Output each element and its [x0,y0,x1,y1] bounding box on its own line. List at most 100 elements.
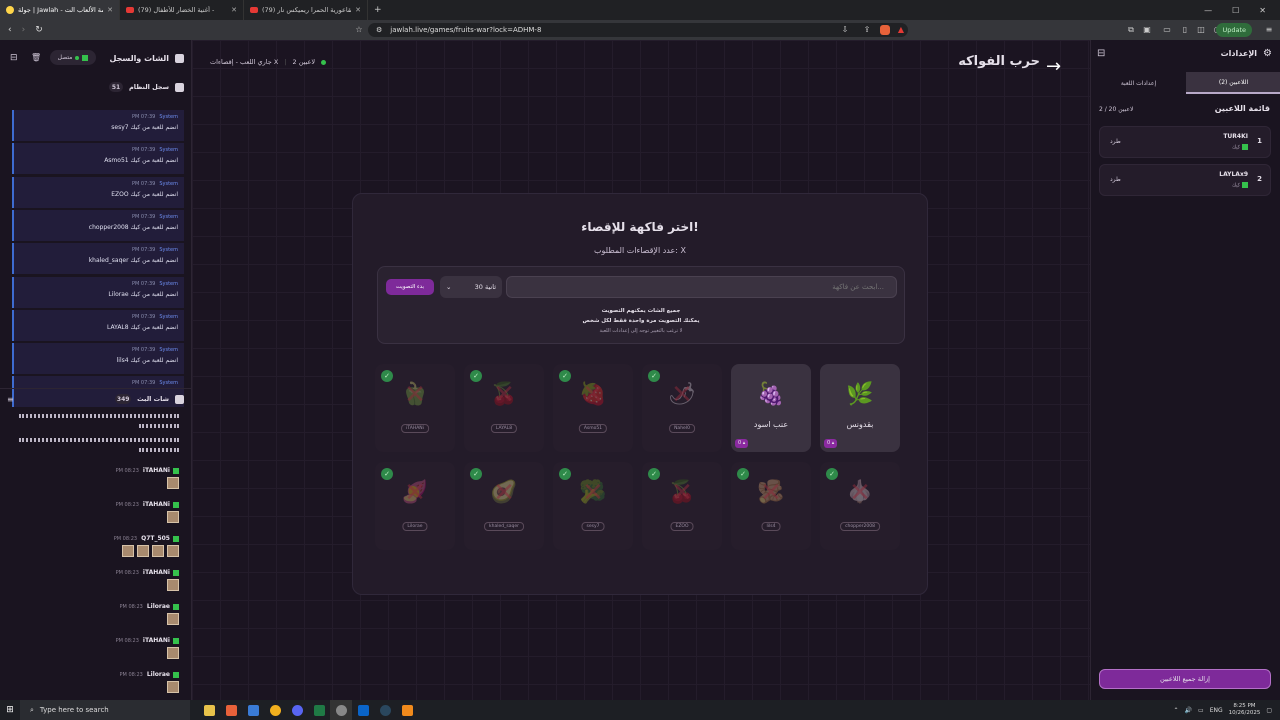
site-info-icon[interactable]: ⚙ [376,26,382,34]
eliminated-fruit-card: 🍒 ✕ ✓ EZOO [642,462,722,550]
volume-icon[interactable]: 🔊 [1185,707,1192,714]
start-vote-button[interactable]: بدء التصويت [386,279,434,295]
brave-browser-icon[interactable] [220,700,242,720]
check-icon: ✓ [381,468,393,480]
player-number: 1 [1257,137,1262,145]
close-window-icon[interactable]: ✕ [1259,6,1266,15]
maximize-icon[interactable]: ☐ [1232,6,1239,15]
url-field[interactable]: ⚙ jawlah.live/games/fruits-war?lock=ADHM… [368,23,908,37]
brave-rewards-icon[interactable]: ▲ [896,25,906,35]
close-tab-icon[interactable]: ✕ [231,6,237,14]
live-dot [321,59,327,65]
collapse-panel-icon[interactable]: ⊟ [1097,48,1105,59]
file-explorer-icon[interactable] [198,700,220,720]
chat-message: PM 08:23 Lilorae [120,671,179,695]
live-chat-header[interactable]: 349 شات البث [0,390,192,408]
browser-tab-bar: جولة | Jawlah - منصة الألعاب الت... ✕ (7… [0,0,1280,20]
minimize-icon[interactable]: — [1204,6,1212,15]
eliminated-fruit-card: 🌶 ✕ ✓ Nahel0 [642,364,722,452]
check-icon: ✓ [559,370,571,382]
back-icon[interactable]: ‹ [8,25,12,35]
extensions-icon[interactable]: ⧉ [1126,25,1136,35]
language-indicator[interactable]: ENG [1210,707,1223,714]
gear-icon: ⚙ [1263,48,1272,59]
windows-start-icon[interactable]: ⊞ [0,700,20,720]
online-dot [75,55,80,60]
system-log-item: PM 07:39 System lils4 انضم للعبة من كيك [12,343,184,375]
obs-icon[interactable] [330,700,352,720]
chat-message: PM 08:23 Lilorae [120,603,179,627]
browser-tab-jawlah[interactable]: جولة | Jawlah - منصة الألعاب الت... ✕ [0,0,120,20]
trash-icon[interactable]: 🗑 [31,53,41,62]
fruit-card[interactable]: 🍇 عنب اسود 0 ▴ [731,364,811,452]
divider: | [284,58,287,66]
elimination-card: اختر فاكهة للإقصاء! عدد الإقصاءات المطلو… [352,193,928,595]
chat-log-panel: الشات والسجل ⊟ 🗑 متصل 51 سجل النظام PM 0… [0,40,192,700]
update-button[interactable]: Update [1216,23,1252,37]
steam-icon[interactable] [374,700,396,720]
app-icon[interactable] [264,700,286,720]
emote-image [137,545,149,557]
check-icon: ✓ [648,370,660,382]
excel-icon[interactable] [308,700,330,720]
filter-icon[interactable]: ≡ [7,395,14,404]
taskbar-search[interactable]: ⌕ Type here to search [20,700,190,720]
bookmark-icon[interactable]: ☆ [354,25,364,35]
vlc-icon[interactable] [396,700,418,720]
notification-icon[interactable]: ▢ [1266,707,1272,714]
clock[interactable]: 8:25 PM 10/26/2025 [1229,703,1261,717]
outlook-icon[interactable] [352,700,374,720]
fruit-image: 🍇 [757,382,785,407]
wallet-icon[interactable]: ▭ [1162,25,1172,35]
close-tab-icon[interactable]: ✕ [355,6,361,14]
address-bar: ‹ › ↻ ☆ ⚙ jawlah.live/games/fruits-war?l… [0,20,1280,40]
fruit-owner: LAYAL8 [490,424,518,433]
tab-game-settings[interactable]: إعدادات اللعبة [1091,72,1186,94]
browser-tab-youtube-2[interactable]: (79) انا القاعورية الحمرا ريميكس نار ✕ [244,0,368,20]
kick-player-button[interactable]: طرد [1110,138,1121,145]
reload-icon[interactable]: ↻ [35,25,43,35]
player-platform: كيك [1232,182,1248,189]
fruit-owner: Lilorae [402,522,428,531]
vpn-icon[interactable]: ◫ [1196,25,1206,35]
discord-icon[interactable] [286,700,308,720]
brave-shield-icon[interactable] [880,25,890,35]
screenshot-icon[interactable]: ▣ [1142,25,1152,35]
tab-players[interactable]: اللاعبين (2) [1186,72,1280,94]
kick-icon [173,671,179,678]
download-icon[interactable]: ⇩ [840,25,850,35]
store-icon[interactable] [242,700,264,720]
player-number: 2 [1257,175,1262,183]
system-log-item: PM 07:39 System sesy7 انضم للعبة من كيك [12,110,184,141]
check-icon: ✓ [737,468,749,480]
system-log-header[interactable]: 51 سجل النظام [0,78,192,96]
network-icon[interactable]: ▭ [1198,707,1204,714]
chat-spam-line [139,424,179,428]
collapse-panel-icon[interactable]: ⊟ [10,53,18,63]
chevron-up-icon[interactable]: ⌃ [1174,707,1179,714]
browser-tab-youtube-1[interactable]: (79) أغنية الخضار للأطفال - ✕ [120,0,244,20]
fruit-card[interactable]: 🌿 بقدونس 0 ▴ [820,364,900,452]
fruit-search-input[interactable] [506,276,897,298]
back-arrow-icon[interactable]: → [1046,56,1061,77]
menu-icon[interactable]: ≡ [1264,25,1274,35]
chat-message: PM 08:23 Q7T_505 [114,535,179,559]
forward-icon[interactable]: › [22,25,26,35]
chat-message: PM 08:23 iTAHANi [116,569,179,593]
new-tab-button[interactable]: + [368,0,388,20]
log-message: sesy7 انضم للعبة من كيك [111,124,178,131]
kick-icon [173,535,179,542]
remove-all-players-button[interactable]: إزالة جميع اللاعبين [1099,669,1271,689]
eliminated-x-icon: ✕ [582,478,604,508]
time-select[interactable]: ⌄ 30 ثانية [440,276,502,298]
share-icon[interactable]: ⇪ [862,25,872,35]
eliminated-fruit-card: 🥦 ✕ ✓ sesy7 [553,462,633,550]
emote-image [167,511,179,523]
sidebar-icon[interactable]: ▯ [1180,25,1190,35]
player-name: LAYLAx9 [1219,171,1248,178]
chat-spam-line [19,414,179,418]
close-tab-icon[interactable]: ✕ [107,6,113,14]
kick-player-button[interactable]: طرد [1110,176,1121,183]
player-list-count: 2 / 20 لاعبين [1099,106,1134,113]
settings-panel: ⊟ الإعدادات ⚙ إعدادات اللعبة اللاعبين (2… [1090,40,1280,700]
